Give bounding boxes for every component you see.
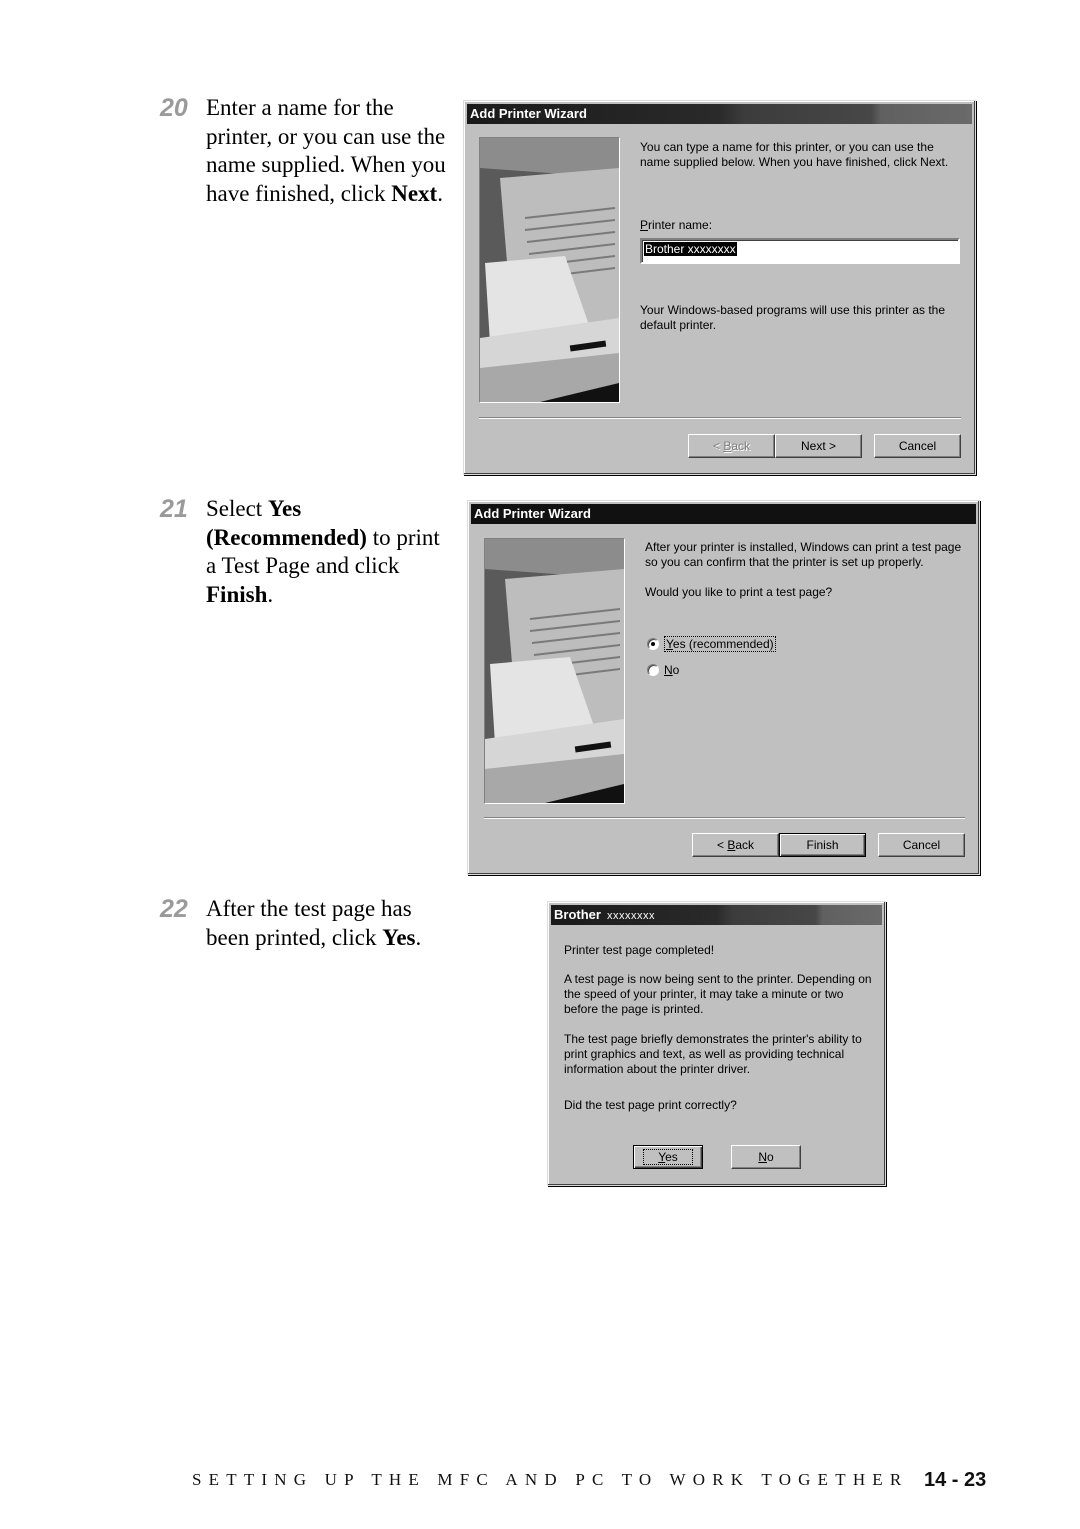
add-printer-wizard-name-dialog: Add Printer Wizard You can type a name f… [463, 100, 976, 475]
cancel-button[interactable]: Cancel [878, 833, 965, 857]
dialog-titlebar[interactable]: Add Printer Wizard [467, 104, 972, 124]
yes-button[interactable]: Yes [633, 1145, 703, 1169]
default-printer-note: Your Windows-based programs will use thi… [640, 303, 946, 332]
chapter-footer: SETTING UP THE MFC AND PC TO WORK TOGETH… [192, 1470, 909, 1489]
step-instruction: After the test page has been printed, cl… [206, 895, 446, 952]
intro-text: After your printer is installed, Windows… [645, 540, 962, 569]
dialog-title: Add Printer Wizard [474, 506, 591, 521]
label-text: rinter name: [648, 218, 713, 232]
step-number: 20 [160, 94, 188, 122]
instruction-emphasis: Yes [382, 924, 416, 950]
divider [484, 817, 965, 819]
test-page-question: Would you like to print a test page? [645, 585, 833, 599]
wizard-printer-image [484, 538, 625, 804]
printer-photo-icon [480, 138, 619, 402]
back-button[interactable]: < Back [692, 833, 779, 857]
radio-selected-icon[interactable] [647, 638, 659, 650]
confirmation-question: Did the test page print correctly? [564, 1098, 737, 1112]
dialog-title: Add Printer Wizard [470, 106, 587, 121]
step-number: 22 [160, 895, 188, 923]
back-button[interactable]: < Back [688, 434, 775, 458]
instruction-text: . [267, 581, 274, 607]
instruction-emphasis: Next [391, 180, 438, 206]
instruction-emphasis: Finish [206, 581, 268, 607]
printer-name-label: Printer name: [640, 218, 712, 233]
radio-unselected-icon[interactable] [647, 664, 659, 676]
printer-photo-icon [485, 539, 624, 803]
radio-no[interactable]: No [647, 663, 679, 677]
dialog-title-model: xxxxxxxx [606, 910, 655, 922]
divider [479, 417, 961, 419]
next-button[interactable]: Next > [775, 434, 862, 458]
dialog-titlebar[interactable]: Add Printer Wizard [471, 504, 976, 524]
radio-label: Yes (recommended) [664, 636, 776, 652]
status-paragraph: A test page is now being sent to the pri… [564, 972, 872, 1016]
page-number: 14 - 23 [924, 1469, 987, 1491]
instruction-text: Select [206, 496, 268, 521]
step-instruction: Select Yes (Recommended) to print a Test… [206, 495, 446, 609]
radio-label: No [664, 663, 680, 677]
instruction-text: . [415, 924, 422, 950]
instruction-text: After the test page has been printed, cl… [206, 896, 412, 950]
test-page-confirmation-dialog: Brother xxxxxxxx Printer test page comple… [547, 901, 886, 1186]
wizard-printer-image [479, 137, 620, 403]
printer-name-value: Brother xxxxxxxx [644, 242, 737, 256]
cancel-button[interactable]: Cancel [874, 434, 961, 458]
printer-name-input[interactable]: Brother xxxxxxxx [640, 238, 960, 264]
intro-text: You can type a name for this printer, or… [640, 140, 949, 169]
step-instruction: Enter a name for the printer, or you can… [206, 94, 446, 208]
completion-heading: Printer test page completed! [564, 943, 715, 957]
add-printer-wizard-test-page-dialog: Add Printer Wizard After your printer is… [467, 500, 980, 875]
mnemonic: P [640, 218, 649, 232]
dialog-title: Brother [554, 907, 601, 922]
no-button[interactable]: No [731, 1145, 801, 1169]
radio-yes-recommended[interactable]: Yes (recommended) [647, 636, 776, 652]
dialog-titlebar[interactable]: Brother xxxxxxxx [551, 905, 882, 925]
instruction-text: . [437, 180, 443, 206]
info-paragraph: The test page briefly demonstrates the p… [564, 1032, 862, 1076]
finish-button[interactable]: Finish [779, 833, 866, 857]
step-number: 21 [160, 495, 188, 523]
